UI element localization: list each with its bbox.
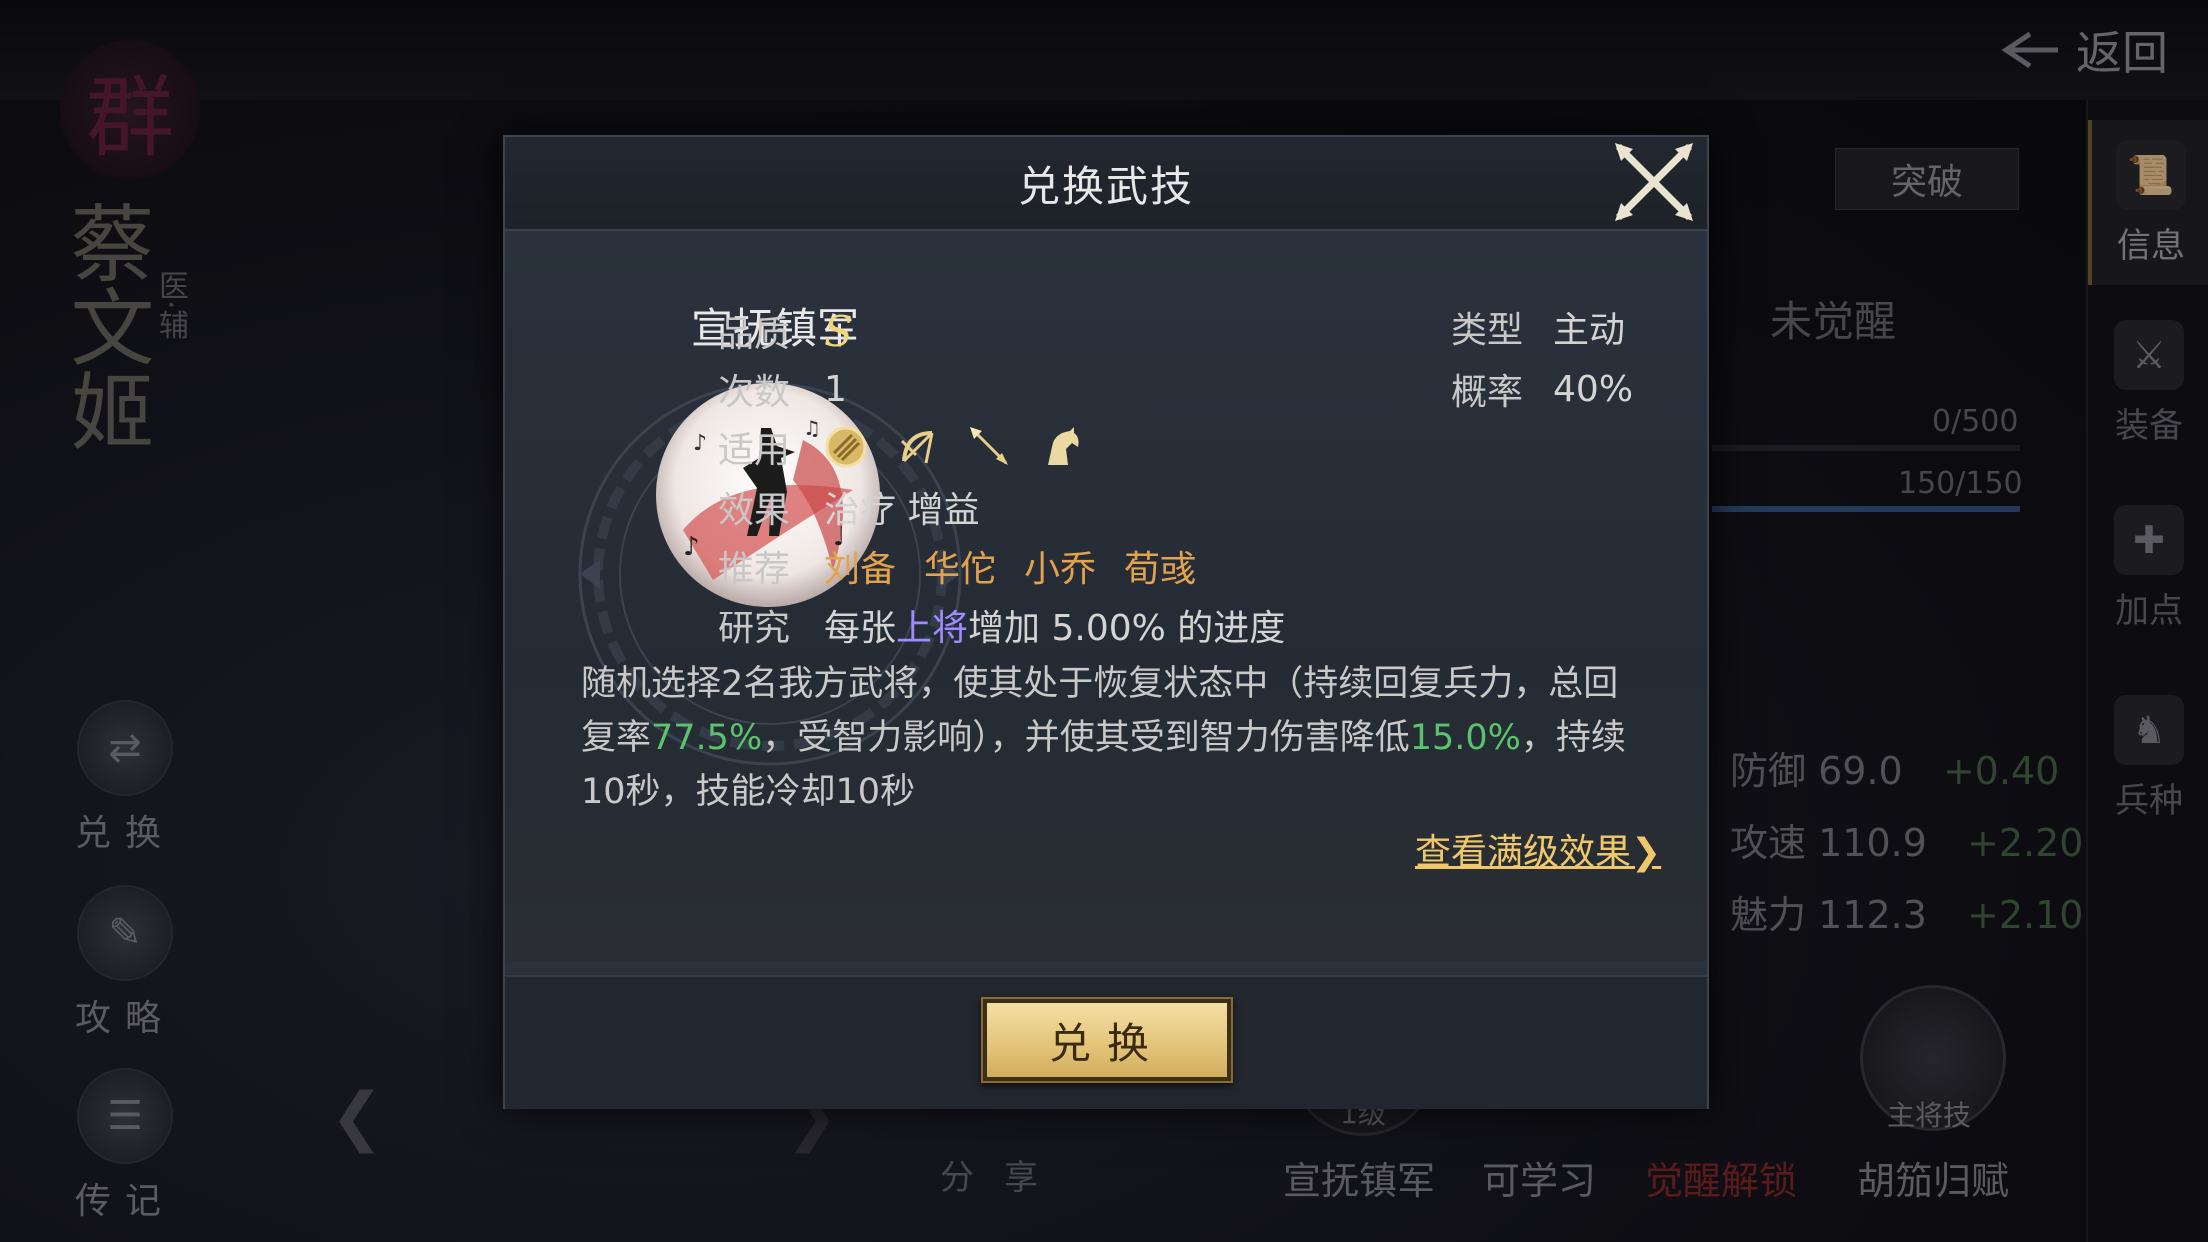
recommend-hero[interactable]: 小乔: [1024, 540, 1096, 592]
research-label: 研究: [718, 608, 791, 649]
type-value: 主动: [1553, 310, 1626, 351]
effect-label: 效果: [718, 490, 791, 531]
svg-text:♪: ♪: [693, 431, 707, 456]
recommend-hero[interactable]: 刘备: [824, 540, 896, 592]
research-pre: 每张: [824, 608, 897, 649]
recommend-label: 推荐: [718, 549, 791, 590]
apply-row: 适用: [718, 421, 1112, 473]
desc-highlight: 77.5%: [651, 718, 763, 758]
quality-label: 品质: [718, 314, 791, 355]
desc-highlight: 15.0%: [1409, 718, 1521, 758]
quality-row: 品质 S: [718, 305, 853, 357]
spear-icon: [970, 427, 1009, 465]
research-post: 增加 5.00% 的进度: [968, 608, 1286, 649]
recommend-row: 推荐 刘备 华佗 小乔 荀彧: [718, 540, 1224, 592]
rate-value: 40%: [1553, 368, 1634, 410]
apply-label: 适用: [718, 430, 791, 471]
research-row: 研究 每张 上将 增加 5.00% 的进度: [718, 599, 1285, 651]
chevron-right-icon: ❯: [1631, 832, 1662, 873]
horse-icon: [1048, 427, 1079, 465]
recommend-hero[interactable]: 荀彧: [1124, 540, 1196, 592]
exchange-button[interactable]: 兑换: [981, 997, 1233, 1083]
desc-part: ，受智力影响），并使其受到智力伤害降低: [762, 718, 1410, 758]
quality-value: S: [824, 306, 853, 356]
effect-value: 治疗 增益: [824, 490, 980, 531]
close-icon[interactable]: [1611, 139, 1697, 225]
dialog-title: 兑换武技: [1017, 161, 1194, 211]
exchange-dialog: 兑换武技 宣抚镇军 ♪ ♫ ♪ ♩ 品质 S 类型 主动 次数 1 概率 40%…: [503, 135, 1709, 1109]
effect-row: 效果 治疗 增益: [718, 481, 979, 533]
rate-row: 概率 40%: [1451, 363, 1633, 415]
count-value: 1: [824, 368, 847, 410]
rate-label: 概率: [1451, 372, 1524, 413]
type-row: 类型 主动: [1451, 301, 1625, 353]
count-label: 次数: [718, 372, 791, 413]
count-row: 次数 1: [718, 363, 847, 415]
skill-description: 随机选择2名我方武将，使其处于恢复状态中（持续回复兵力，总回复率77.5%，受智…: [581, 657, 1641, 819]
type-label: 类型: [1451, 310, 1524, 351]
max-link-label: 查看满级效果: [1415, 832, 1632, 873]
recommend-hero[interactable]: 华佗: [924, 540, 996, 592]
shield-icon: [825, 426, 867, 468]
research-highlight: 上将: [896, 608, 969, 649]
bow-icon: [900, 431, 934, 464]
view-max-level-link[interactable]: 查看满级效果❯: [1415, 823, 1661, 875]
svg-text:♪: ♪: [683, 532, 700, 562]
